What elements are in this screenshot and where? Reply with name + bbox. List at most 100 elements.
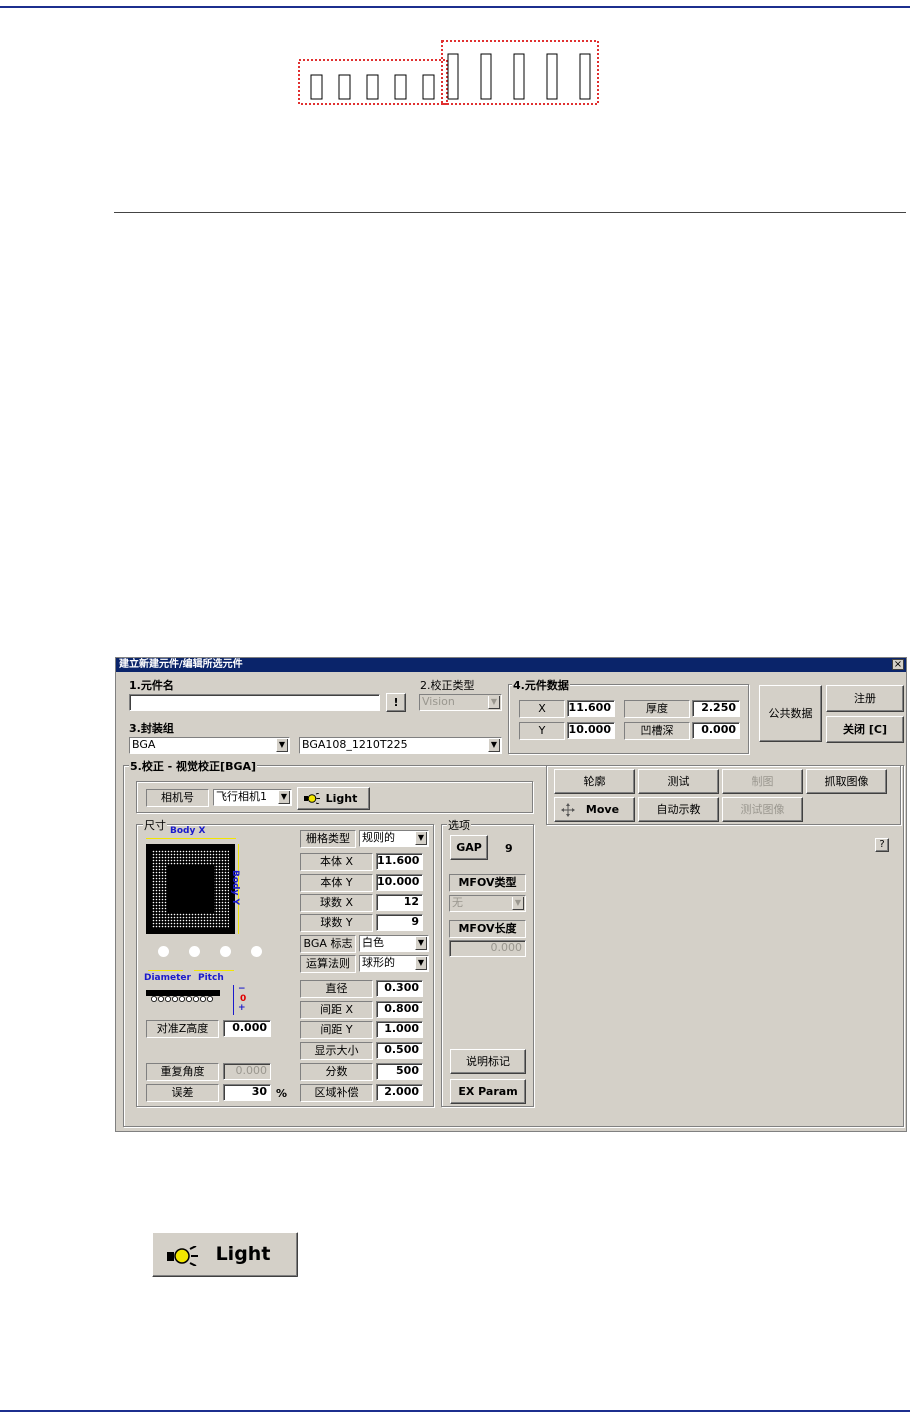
area-comp-label: 区域补偿: [300, 1084, 373, 1102]
ball-row: [158, 946, 282, 960]
correction-type-value: Vision: [422, 695, 455, 708]
pitch-label: Pitch: [198, 973, 224, 983]
grid-type-value: 规则的: [362, 831, 395, 844]
component-dialog: 建立新建元件/编辑所选元件 × 1.元件名 ! 2.校正类型 Vision ▼ …: [115, 657, 907, 1132]
repeat-angle-input[interactable]: 0.000: [223, 1063, 271, 1080]
algorithm-select[interactable]: 球形的 ▼: [359, 955, 429, 972]
grid-type-select[interactable]: 规则的 ▼: [359, 830, 429, 847]
body-x-field-label: 本体 X: [300, 853, 373, 871]
common-data-button[interactable]: 公共数据: [759, 685, 822, 742]
z-minus-label: −: [238, 984, 246, 994]
small-pad: [422, 74, 435, 100]
error-label: 误差: [146, 1084, 219, 1102]
correction-type-select[interactable]: Vision ▼: [419, 694, 502, 711]
light-button[interactable]: Light: [297, 787, 370, 810]
dialog-title: 建立新建元件/编辑所选元件: [116, 658, 906, 672]
lamp-icon: [304, 793, 320, 804]
body-x-line: [146, 838, 236, 839]
large-pad: [513, 53, 525, 100]
help-button[interactable]: ?: [875, 838, 889, 852]
balls-x-label: 球数 X: [300, 894, 373, 912]
footer-rule: [0, 1410, 910, 1412]
section3-label: 3.封装组: [129, 722, 174, 735]
align-z-input[interactable]: 0.000: [223, 1020, 271, 1037]
chevron-down-icon: ▼: [276, 739, 288, 752]
dialog-close-icon[interactable]: ×: [892, 659, 904, 670]
small-pad: [338, 74, 351, 100]
recess-input[interactable]: 0.000: [692, 722, 740, 739]
mfov-type-select[interactable]: 无 ▼: [449, 895, 526, 912]
body-x-label: Body X: [170, 826, 206, 836]
bga-mark-select[interactable]: 白色 ▼: [359, 935, 429, 952]
test-button[interactable]: 测试: [638, 769, 719, 794]
large-pad: [579, 53, 591, 100]
move-button[interactable]: Move: [554, 797, 635, 822]
diameter-input[interactable]: 0.300: [376, 980, 423, 997]
y-input[interactable]: 10.000: [567, 722, 615, 739]
pitch-line: [194, 970, 234, 971]
close-button[interactable]: 关闭 [C]: [826, 716, 904, 743]
display-size-input[interactable]: 0.500: [376, 1042, 423, 1059]
light-button-callout: Light: [152, 1232, 298, 1277]
light-callout-label: Light: [215, 1243, 271, 1265]
error-input[interactable]: 30: [223, 1084, 271, 1101]
body-x-dimension: Body X: [142, 826, 262, 846]
area-comp-input[interactable]: 2.000: [376, 1084, 423, 1101]
error-unit: %: [276, 1087, 288, 1100]
component-data-group: [508, 684, 749, 754]
pitch-y-input[interactable]: 1.000: [376, 1021, 423, 1038]
lamp-icon: [167, 1246, 198, 1266]
body-y-input[interactable]: 10.000: [376, 874, 423, 891]
move-arrows-icon: [561, 803, 575, 817]
large-pad: [480, 53, 492, 100]
recess-label: 凹槽深: [624, 722, 690, 740]
note-mark-button[interactable]: 说明标记: [450, 1049, 526, 1074]
light-button-label: Light: [325, 792, 358, 805]
score-label: 分数: [300, 1063, 373, 1081]
draw-button[interactable]: 制图: [722, 769, 803, 794]
body-x-input[interactable]: 11.600: [376, 853, 423, 870]
chevron-down-icon: ▼: [488, 696, 500, 709]
diameter-line: [148, 970, 183, 971]
body-y-label: Body Y: [230, 870, 240, 906]
package-group-value: BGA: [132, 738, 156, 751]
gap-value: 9: [505, 842, 513, 855]
test-image-button[interactable]: 测试图像: [722, 797, 803, 822]
diameter-field-label: 直径: [300, 980, 373, 998]
package-group-select[interactable]: BGA ▼: [129, 737, 290, 754]
pitch-y-label: 间距 Y: [300, 1021, 373, 1039]
auto-teach-button[interactable]: 自动示教: [638, 797, 719, 822]
balls-x-input[interactable]: 12: [376, 894, 423, 911]
camera-select[interactable]: 飞行相机1 ▼: [213, 789, 292, 806]
z-axis-line: [233, 985, 234, 1015]
mfov-type-label: MFOV类型: [449, 874, 526, 892]
options-group-label: 选项: [447, 817, 471, 833]
outline-button[interactable]: 轮廓: [554, 769, 635, 794]
chevron-down-icon: ▼: [488, 739, 500, 752]
capture-image-button[interactable]: 抓取图像: [806, 769, 887, 794]
gap-button[interactable]: GAP: [450, 835, 488, 860]
ex-param-button[interactable]: EX Param: [450, 1079, 526, 1104]
small-pad: [366, 74, 379, 100]
header-rule: [0, 6, 910, 8]
move-button-label: Move: [585, 803, 620, 816]
bang-button[interactable]: !: [386, 693, 406, 712]
chevron-down-icon: ▼: [415, 957, 427, 970]
package-name-select[interactable]: BGA108_1210T225 ▼: [299, 737, 502, 754]
balls-y-input[interactable]: 9: [376, 914, 423, 931]
camera-label: 相机号: [146, 789, 209, 807]
part-name-input[interactable]: [129, 694, 380, 711]
pitch-x-input[interactable]: 0.800: [376, 1001, 423, 1018]
balls-y-label: 球数 Y: [300, 914, 373, 932]
score-input[interactable]: 500: [376, 1063, 423, 1080]
chevron-down-icon: ▼: [278, 791, 290, 804]
register-button[interactable]: 注册: [826, 685, 904, 712]
x-input[interactable]: 11.600: [567, 700, 615, 717]
chevron-down-icon: ▼: [415, 832, 427, 845]
small-pad: [310, 74, 323, 100]
thickness-label: 厚度: [624, 700, 690, 718]
bga-ball-grid: [152, 850, 229, 928]
body-y-field-label: 本体 Y: [300, 874, 373, 892]
mfov-length-input[interactable]: 0.000: [449, 940, 526, 957]
thickness-input[interactable]: 2.250: [692, 700, 740, 717]
